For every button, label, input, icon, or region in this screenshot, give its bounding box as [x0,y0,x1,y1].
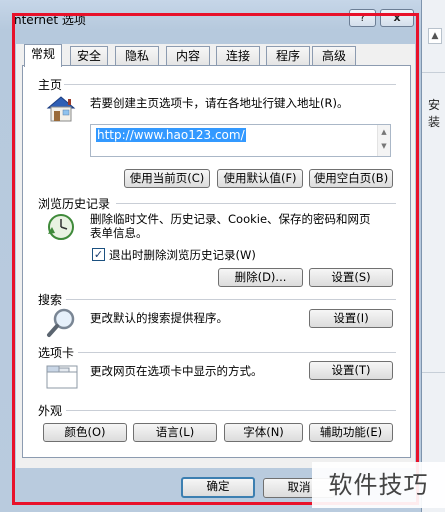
background-app-strip [422,0,445,512]
search-group-separator [66,299,396,300]
use-blank-page-button[interactable]: 使用空白页(B) [309,169,393,188]
background-app-text: 安装 [428,98,441,129]
search-group-label: 搜索 [38,293,63,307]
history-group-label: 浏览历史记录 [38,197,111,211]
use-current-page-button[interactable]: 使用当前页(C) [124,169,210,188]
scroll-down-icon[interactable]: ▼ [378,139,390,153]
fonts-button[interactable]: 字体(N) [224,423,303,442]
colors-button[interactable]: 颜色(O) [43,423,127,442]
languages-button[interactable]: 语言(L) [133,423,217,442]
watermark-text: 软件技巧 [312,462,445,508]
search-settings-button[interactable]: 设置(I) [309,309,393,328]
home-description: 若要创建主页选项卡，请在各地址行键入地址(R)。 [90,96,349,110]
background-divider [422,72,445,73]
window-title: nternet 选项 [14,13,86,27]
scroll-up-icon[interactable]: ▲ [378,125,390,139]
appearance-group-separator [66,410,396,411]
background-scroll-arrow-icon: ▲ [428,28,442,44]
close-button[interactable]: x [380,9,414,27]
home-page-address-input[interactable]: http://www.hao123.com/ ▲ ▼ [90,124,391,157]
home-page-url: http://www.hao123.com/ [96,128,246,142]
home-group-separator [64,84,396,85]
help-button[interactable]: ? [349,9,376,27]
tab-content[interactable]: 内容 [166,46,210,66]
appearance-group-label: 外观 [38,404,63,418]
tab-programs[interactable]: 程序 [266,46,310,66]
internet-options-window: nternet 选项 ? x 常规 安全 隐私 内容 连接 程序 高级 主页 若… [0,0,422,512]
tabs-settings-button[interactable]: 设置(T) [309,361,393,380]
history-group-separator [116,203,396,204]
use-default-button[interactable]: 使用默认值(F) [217,169,303,188]
ok-button[interactable]: 确定 [181,477,255,498]
tabs-group-label: 选项卡 [38,346,75,360]
delete-history-on-exit-checkbox[interactable]: ✓ [92,248,105,261]
tab-general[interactable]: 常规 [24,44,62,67]
tab-security[interactable]: 安全 [70,46,108,66]
search-magnifier-icon [47,308,75,337]
delete-history-on-exit-label[interactable]: 退出时删除浏览历史记录(W) [109,248,256,262]
delete-history-button[interactable]: 删除(D)... [218,268,303,287]
url-box-scrollbar[interactable]: ▲ ▼ [377,125,390,156]
tabs-group-separator [78,352,396,353]
background-divider [422,372,445,373]
house-icon [46,96,76,122]
history-clock-icon [48,214,74,240]
search-description: 更改默认的搜索提供程序。 [90,311,228,325]
tab-advanced[interactable]: 高级 [312,46,356,66]
tab-privacy[interactable]: 隐私 [115,46,159,66]
history-description-line1: 删除临时文件、历史记录、Cookie、保存的密码和网页 [90,212,371,226]
tab-connections[interactable]: 连接 [216,46,260,66]
accessibility-button[interactable]: 辅助功能(E) [309,423,393,442]
history-description-line2: 表单信息。 [90,226,148,240]
tabs-window-icon [46,365,78,389]
home-group-label: 主页 [38,78,63,92]
tabs-description: 更改网页在选项卡中显示的方式。 [90,364,263,378]
history-settings-button[interactable]: 设置(S) [309,268,393,287]
